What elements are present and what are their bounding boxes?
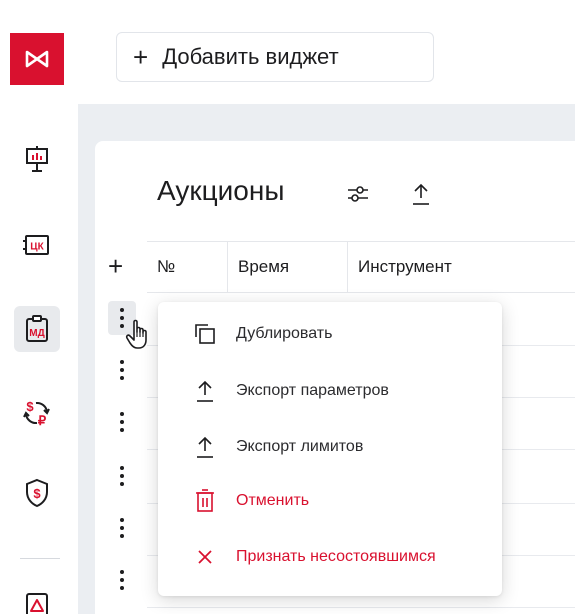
duplicate-icon — [192, 321, 218, 347]
menu-item-label: Отменить — [236, 492, 310, 509]
sliders-icon[interactable] — [345, 179, 371, 209]
table-header: № Время Инструмент — [147, 241, 575, 293]
shield-dollar-icon[interactable]: $ — [14, 470, 60, 516]
row-menu-button[interactable] — [108, 353, 136, 387]
moex-logo-icon[interactable] — [10, 33, 64, 85]
menu-item-export-limits[interactable]: Экспорт лимитов — [158, 425, 502, 469]
currency-exchange-icon[interactable]: $ ₽ — [14, 390, 60, 436]
clipboard-badge-icon[interactable]: МД — [14, 306, 60, 352]
md-badge-text: МД — [29, 328, 44, 339]
sidebar-divider — [20, 558, 60, 559]
svg-text:$: $ — [26, 399, 34, 414]
svg-text:₽: ₽ — [38, 413, 47, 428]
row-context-menu: Дублировать Экспорт параметров Экспорт л… — [158, 302, 502, 596]
close-icon — [192, 544, 218, 570]
upload-icon — [192, 378, 218, 404]
add-widget-label: Добавить виджет — [162, 44, 339, 69]
menu-item-label: Признать несостоявшимся — [236, 548, 436, 565]
menu-item-duplicate[interactable]: Дублировать — [158, 312, 502, 356]
menu-item-label: Дублировать — [236, 325, 333, 342]
add-widget-button[interactable]: + Добавить виджет — [116, 32, 434, 82]
plus-icon: + — [133, 42, 149, 72]
row-menu-button[interactable] — [108, 511, 136, 545]
trash-icon — [192, 488, 218, 514]
menu-item-label: Экспорт параметров — [236, 382, 389, 399]
column-header-instrument[interactable]: Инструмент — [347, 242, 575, 292]
menu-item-cancel[interactable]: Отменить — [158, 479, 502, 523]
menu-item-mark-failed[interactable]: Признать несостоявшимся — [158, 535, 502, 579]
widget-title: Аукционы — [157, 175, 285, 206]
row-menu-button[interactable] — [108, 405, 136, 439]
menu-item-export-parameters[interactable]: Экспорт параметров — [158, 369, 502, 413]
presentation-chart-icon[interactable] — [14, 136, 60, 182]
row-menu-button[interactable] — [108, 459, 136, 493]
add-row-button[interactable]: + — [108, 253, 123, 279]
hand-cursor-icon — [125, 318, 155, 352]
ck-badge-text: ЦК — [30, 242, 44, 253]
top-bar: + Добавить виджет — [78, 0, 575, 104]
menu-item-label: Экспорт лимитов — [236, 438, 364, 455]
column-header-number[interactable]: № — [147, 242, 227, 292]
row-menu-button[interactable] — [108, 563, 136, 597]
currency-badge-icon[interactable]: ЦК — [14, 222, 60, 268]
column-header-time[interactable]: Время — [227, 242, 347, 292]
sidebar: ЦК МД $ ₽ $ — [0, 0, 78, 614]
svg-text:$: $ — [33, 486, 41, 501]
upload-icon — [192, 434, 218, 460]
upload-icon[interactable] — [408, 179, 434, 209]
table-row-divider — [147, 607, 575, 608]
warning-document-icon[interactable] — [14, 584, 60, 614]
